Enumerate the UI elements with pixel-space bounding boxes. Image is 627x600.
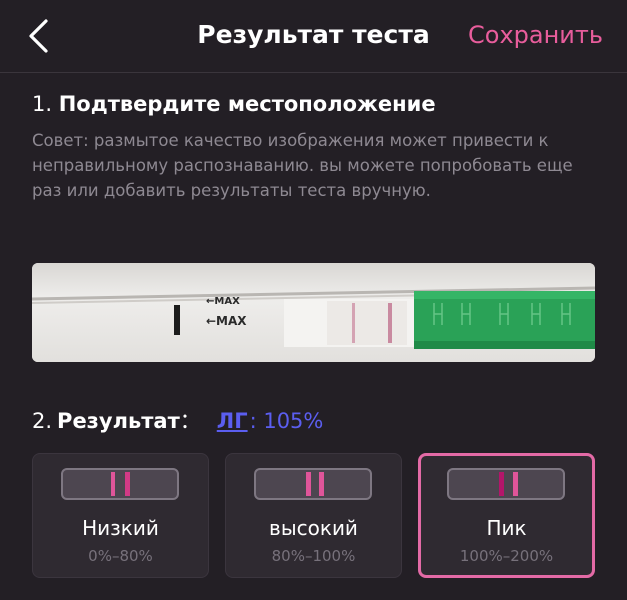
result-heading: 2. Результат ： ЛГ : 105%: [32, 405, 323, 435]
option-high-card[interactable]: высокий 80%–100%: [225, 453, 402, 578]
result-colon: ：: [179, 409, 201, 433]
test-line: [125, 472, 130, 496]
section-number: 1.: [32, 92, 53, 116]
result-label: Результат: [57, 409, 180, 433]
lg-value: : 105%: [249, 409, 324, 433]
section-number: 2.: [32, 409, 53, 433]
option-name: Пик: [486, 516, 527, 540]
option-range: 0%–80%: [88, 547, 153, 565]
section-location-title: 1. Подтвердите местоположение: [32, 92, 436, 116]
control-line: [306, 472, 311, 496]
lg-link[interactable]: ЛГ: [217, 409, 248, 433]
strip-icon: [61, 468, 179, 500]
test-strip-drawing: ←MAX ←MAX: [32, 263, 595, 362]
max-label-top: ←MAX: [206, 296, 240, 307]
test-strip-image[interactable]: ←MAX ←MAX: [32, 263, 595, 362]
control-line: [111, 472, 115, 496]
option-peak-card[interactable]: Пик 100%–200%: [418, 453, 595, 578]
max-label: ←MAX: [206, 314, 247, 328]
option-range: 80%–100%: [271, 547, 356, 565]
option-low-card[interactable]: Низкий 0%–80%: [32, 453, 209, 578]
control-line: [499, 472, 504, 496]
strip-icon: [447, 468, 565, 500]
section-title-text: Подтвердите местоположение: [58, 92, 436, 116]
option-range: 100%–200%: [459, 547, 554, 565]
test-line: [513, 472, 518, 496]
tip-text: Совет: размытое качество изображения мож…: [32, 131, 573, 200]
save-button[interactable]: Сохранить: [468, 21, 603, 49]
test-line: [319, 472, 324, 496]
option-name: высокий: [269, 516, 358, 540]
header-bar: Результат теста Сохранить: [0, 0, 627, 73]
option-name: Низкий: [82, 516, 159, 540]
strip-icon: [254, 468, 372, 500]
